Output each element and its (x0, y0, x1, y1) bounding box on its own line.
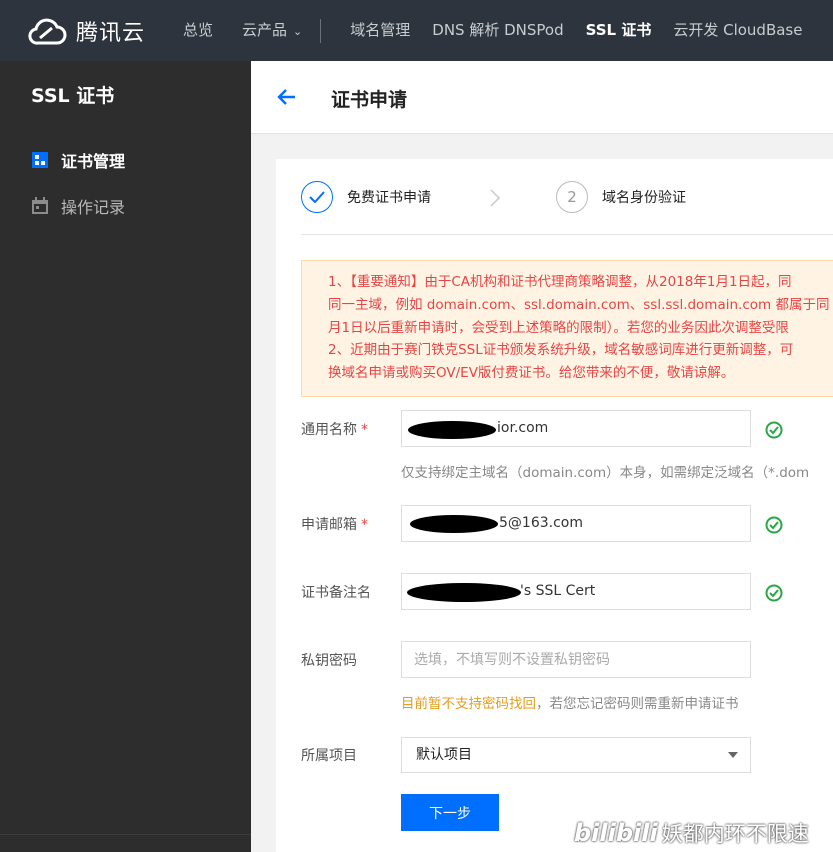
divider (301, 234, 833, 235)
sidebar: SSL 证书 证书管理 操作记录 (0, 61, 251, 852)
check-circle-icon (765, 584, 783, 602)
sidebar-item-operation-log[interactable]: 操作记录 (31, 194, 125, 218)
notice-box: 1、【重要通知】由于CA机构和证书代理商策略调整，从2018年1月1日起，同 同… (301, 260, 833, 397)
step-check-icon (301, 181, 333, 213)
brand-logo[interactable]: 腾讯云 (26, 15, 168, 47)
top-navigation-bar: 腾讯云 总览 云产品 ⌄ 域名管理 DNS 解析 DNSPod SSL 证书 云开… (0, 0, 833, 61)
certificate-icon (32, 152, 48, 168)
calendar-icon (32, 197, 48, 214)
nav-ssl[interactable]: SSL 证书 (586, 0, 652, 61)
sidebar-footer (0, 834, 251, 852)
redaction-mark (407, 583, 521, 602)
cloud-logo-icon (28, 18, 67, 45)
nav-products-label: 云产品 (242, 21, 288, 39)
notice-line: 2、近期由于赛门铁克SSL证书颁发系统升级，域名敏感词库进行更新调整，可 (328, 342, 794, 359)
back-arrow-icon[interactable] (275, 85, 299, 109)
key-password-input[interactable] (401, 641, 751, 678)
redaction-mark (410, 515, 498, 533)
page-header: 证书申请 (251, 61, 833, 134)
nav-divider (320, 18, 322, 43)
watermark-text: 妖都内环不限速 (661, 822, 809, 846)
watermark: bilibili 妖都内环不限速 (574, 818, 809, 848)
chevron-down-icon: ⌄ (293, 25, 303, 38)
chevron-right-icon (490, 189, 501, 207)
brand-name: 腾讯云 (76, 20, 146, 46)
notice-line: 月1日以后重新申请时，会受到上述策略的限制）。若您的业务因此次调整受限 (328, 319, 789, 336)
redaction-mark (408, 421, 496, 439)
notice-line: 同一主域，例如 domain.com、ssl.domain.com、ssl.ss… (328, 296, 830, 313)
page-title: 证书申请 (331, 89, 408, 111)
project-select[interactable]: 默认项目 (401, 737, 751, 773)
sidebar-item-certificates[interactable]: 证书管理 (31, 148, 125, 172)
notice-line: 1、【重要通知】由于CA机构和证书代理商策略调整，从2018年1月1日起，同 (328, 274, 792, 290)
step-label: 域名身份验证 (602, 190, 686, 206)
step-free-cert-apply: 免费证书申请 (301, 181, 431, 213)
step-domain-verify: 2 域名身份验证 (556, 181, 686, 213)
nav-dns[interactable]: DNS 解析 DNSPod (432, 0, 563, 61)
common-name-hint: 仅支持绑定主域名（domain.com）本身，如需绑定泛域名（*.dom (401, 465, 810, 481)
common-name-label: 通用名称 * (301, 422, 368, 438)
nav-products[interactable]: 云产品 ⌄ (242, 0, 302, 61)
project-label: 所属项目 (301, 748, 357, 764)
bilibili-logo: bilibili (574, 819, 658, 847)
step-number: 2 (556, 181, 588, 213)
nav-cloudbase[interactable]: 云开发 CloudBase (673, 0, 802, 61)
check-circle-icon (765, 421, 783, 439)
nav-overview[interactable]: 总览 (183, 0, 213, 61)
key-password-hint: 目前暂不支持密码找回，若您忘记密码则需重新申请证书 (401, 696, 739, 712)
step-label: 免费证书申请 (347, 190, 431, 206)
nav-domains[interactable]: 域名管理 (350, 0, 410, 61)
notice-line: 换域名申请或购买OV/EV版付费证书。给您带来的不便，敬请谅解。 (328, 365, 735, 382)
sidebar-title: SSL 证书 (31, 85, 115, 107)
email-label: 申请邮箱 * (301, 517, 368, 533)
check-circle-icon (765, 516, 783, 534)
project-select-value: 默认项目 (416, 747, 472, 763)
key-password-label: 私钥密码 (301, 653, 357, 669)
cert-note-label: 证书备注名 (301, 585, 371, 601)
sidebar-item-label: 操作记录 (61, 198, 126, 217)
sidebar-item-label: 证书管理 (61, 152, 126, 171)
next-step-button[interactable]: 下一步 (401, 794, 499, 831)
caret-down-icon (728, 752, 738, 758)
